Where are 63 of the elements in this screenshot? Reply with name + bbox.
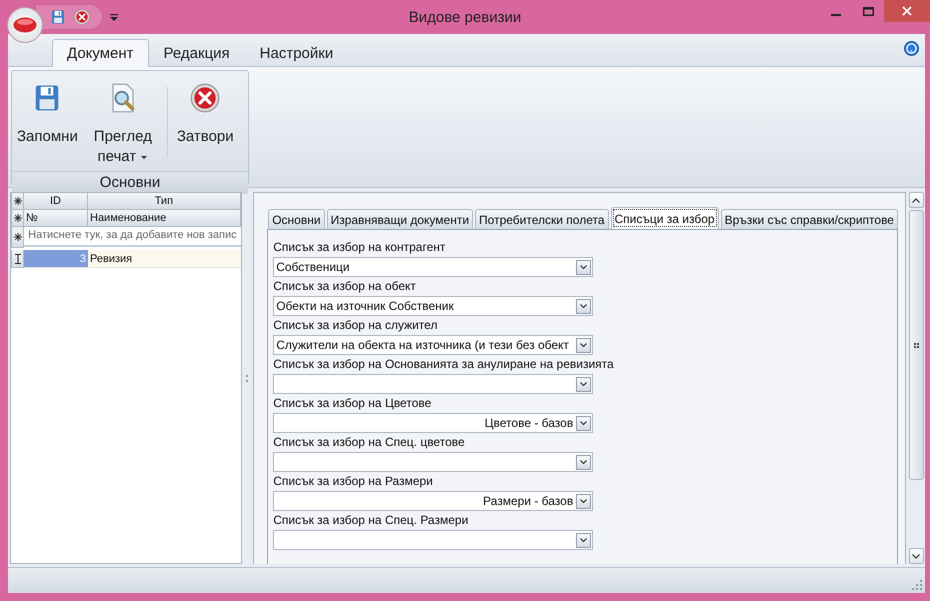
- close-button[interactable]: [884, 0, 930, 22]
- field-label: Списък за избор на Спец. Размери: [273, 512, 470, 529]
- splitter-grip-icon[interactable]: [246, 374, 249, 382]
- app-logo-icon[interactable]: [13, 17, 37, 33]
- form-tab[interactable]: Връзки със справки/скриптове: [720, 209, 898, 229]
- new-row-prompt[interactable]: Натиснете тук, за да добавите нов запис: [24, 227, 241, 247]
- dropdown-field[interactable]: Размери - базов: [273, 491, 594, 511]
- chevron-down-icon: [580, 538, 588, 542]
- close-icon[interactable]: [74, 9, 90, 25]
- chevron-up-icon[interactable]: [912, 198, 920, 202]
- table-cell: Ревизия: [88, 250, 241, 268]
- close-icon: [902, 6, 912, 16]
- dropdown-field[interactable]: [273, 530, 594, 550]
- ribbon-tab[interactable]: Документ: [52, 39, 149, 67]
- form-tab[interactable]: Основни: [268, 209, 325, 229]
- window-icon: [862, 6, 874, 16]
- chevron-down-icon: [580, 304, 588, 308]
- dropdown-field[interactable]: Цветове - базов: [273, 413, 594, 433]
- chevron-down-icon[interactable]: [912, 554, 920, 558]
- ribbon-tab[interactable]: Редакция: [148, 39, 245, 67]
- field-label: Списък за избор на обект: [273, 278, 417, 295]
- form-tab[interactable]: Списъци за избор: [610, 207, 719, 229]
- resize-grip-icon[interactable]: [912, 580, 922, 590]
- field-label: Списък за избор на Основанията за анулиране на ревизията: [273, 356, 615, 373]
- asterisk-icon: [14, 214, 22, 222]
- dropdown-field[interactable]: [273, 452, 594, 472]
- chevron-down-icon: [580, 460, 588, 464]
- column-header[interactable]: №: [24, 210, 88, 227]
- dropdown-field[interactable]: Служители на обекта на източника (и тези без обект: [273, 335, 594, 355]
- column-header[interactable]: Тип: [88, 193, 241, 210]
- asterisk-icon: [14, 197, 22, 205]
- help-icon[interactable]: [904, 41, 919, 56]
- field-label: Списък за избор на Размери: [273, 473, 434, 490]
- chevron-down-icon: [580, 382, 588, 386]
- ribbon-tab[interactable]: Настройки: [244, 39, 348, 67]
- field-label: Списък за избор на Цветове: [273, 395, 432, 412]
- form-tab[interactable]: Изравняващи документи: [326, 209, 474, 229]
- scrollbar-thumb[interactable]: [908, 210, 924, 480]
- minimize-icon: [831, 14, 841, 16]
- dropdown-field[interactable]: Обекти на източник Собственик: [273, 296, 594, 316]
- dropdown-field[interactable]: [273, 374, 594, 394]
- customize-menu-icon[interactable]: [109, 12, 119, 22]
- group-label: Основни: [12, 171, 248, 194]
- chevron-down-icon: [580, 343, 588, 347]
- column-header[interactable]: ID: [24, 193, 88, 210]
- ribbon-button[interactable]: Затвори: [172, 79, 239, 151]
- field-label: Списък за избор на контрагент: [273, 239, 446, 256]
- chevron-down-icon: [580, 265, 588, 269]
- chevron-down-icon: [580, 499, 588, 503]
- chevron-down-icon: [580, 421, 588, 425]
- field-label: Списък за избор на служител: [273, 317, 438, 334]
- table-cell: 3: [24, 250, 88, 268]
- window-title: Видове ревизии: [408, 9, 522, 26]
- grip-icon: [914, 342, 919, 348]
- column-header[interactable]: Наименование: [88, 210, 241, 227]
- field-label: Списък за избор на Спец. цветове: [273, 434, 466, 451]
- ribbon-button[interactable]: Запомни: [12, 79, 83, 151]
- save-icon[interactable]: [50, 9, 66, 25]
- ribbon-button[interactable]: Преглед печат: [82, 79, 163, 171]
- asterisk-icon: [14, 233, 22, 241]
- close-icon: [190, 83, 220, 113]
- dropdown-field[interactable]: Собственици: [273, 257, 594, 277]
- form-tab[interactable]: Потребителски полета: [475, 209, 609, 229]
